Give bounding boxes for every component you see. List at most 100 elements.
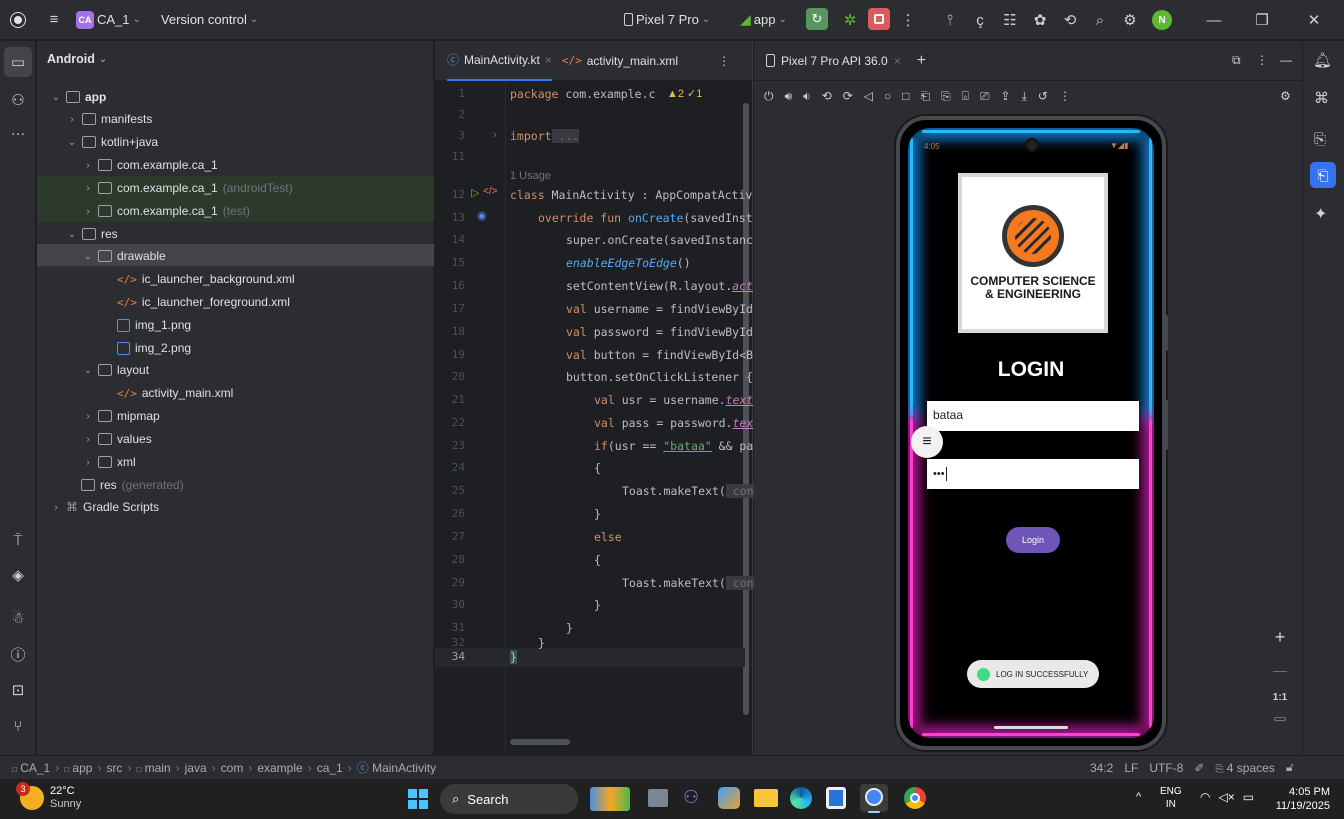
tree-item-res-generated[interactable]: res (generated) — [81, 474, 184, 496]
login-button[interactable]: Login — [1006, 527, 1060, 553]
code-line-19[interactable]: val button = findViewById<B — [566, 348, 753, 362]
profiler-icon[interactable]: ⫯ — [936, 6, 964, 34]
project-tool-icon[interactable]: ▭ — [4, 47, 32, 77]
translate-icon[interactable]: ç — [966, 6, 994, 34]
tree-item-activity-main[interactable]: </> activity_main.xml — [117, 382, 233, 404]
run-gutter-icon[interactable]: ▷ — [471, 186, 479, 199]
device-tab-label[interactable]: Pixel 7 Pro API 36.0 — [781, 54, 888, 68]
chrome-icon[interactable] — [904, 787, 926, 809]
taskbar-search[interactable]: ⌕ Search — [440, 784, 578, 814]
code-line-27[interactable]: else — [594, 530, 622, 544]
code-line-20[interactable]: button.setOnClickListener { — [566, 370, 753, 384]
rotate-right-icon[interactable]: ⟳ — [843, 89, 853, 104]
debug-icon[interactable]: ✲ — [836, 6, 864, 34]
tree-item-package-test[interactable]: › com.example.ca_1 (test) — [83, 200, 250, 222]
tree-item-ic-launcher-bg[interactable]: </> ic_launcher_background.xml — [117, 268, 295, 290]
tree-item-img2[interactable]: img_2.png — [117, 337, 191, 359]
more-vert-icon[interactable]: ⋮ — [1059, 89, 1071, 104]
device-selector[interactable]: Pixel 7 Pro ⌄ — [624, 12, 710, 27]
volume-up-icon[interactable]: 🔊︎ — [785, 89, 793, 104]
code-line-1[interactable]: package com.example.c — [510, 87, 655, 101]
volume-button[interactable] — [1164, 400, 1168, 450]
code-line-13[interactable]: override fun onCreate(savedInst — [538, 211, 753, 225]
code-line-16[interactable]: setContentView(R.layout.act — [566, 279, 753, 293]
code-line-14[interactable]: super.onCreate(savedInstanc — [566, 233, 753, 247]
vcs-selector[interactable]: Version control ⌄ — [161, 12, 258, 27]
android-studio-taskbar-tile[interactable] — [860, 784, 888, 813]
store-icon[interactable] — [826, 787, 846, 809]
breadcrumb-item[interactable]: java — [185, 761, 207, 775]
horizontal-scrollbar[interactable] — [510, 739, 570, 745]
cursor-position[interactable]: 34:2 — [1090, 761, 1113, 775]
task-view-icon[interactable] — [648, 789, 668, 807]
build-variants-icon[interactable]: ⍑ — [0, 525, 36, 555]
notifications-icon[interactable]: 🔔︎ — [1313, 51, 1332, 69]
close-tab-icon[interactable]: × — [545, 53, 552, 67]
device-frame-icon[interactable]: ⎘ — [941, 89, 951, 104]
tree-item-package-main[interactable]: › com.example.ca_1 — [83, 154, 217, 176]
clock[interactable]: 4:05 PM 11/19/2025 — [1264, 785, 1330, 813]
gesture-nav-bar[interactable] — [994, 726, 1068, 729]
minimize-icon[interactable]: — — [1200, 6, 1228, 34]
gradle-icon[interactable]: ⌘ — [1314, 89, 1329, 107]
gem-icon[interactable]: ◈ — [0, 560, 36, 590]
file-explorer-icon[interactable] — [754, 789, 778, 807]
widgets-app-icon[interactable] — [590, 787, 630, 811]
run-config-selector[interactable]: ◢ app ⌄ — [740, 11, 787, 28]
code-line-30[interactable]: } — [594, 598, 601, 612]
username-input[interactable]: bataa — [927, 401, 1139, 431]
power-icon[interactable]: ⏻ — [764, 89, 774, 104]
tree-item-layout[interactable]: ⌄ layout — [83, 359, 149, 381]
code-style-icon[interactable]: ✐ — [1194, 761, 1204, 775]
device-settings-icon[interactable]: ⚙ — [1280, 89, 1291, 103]
breadcrumb-item[interactable]: □ main — [136, 761, 170, 775]
terminal-icon[interactable]: ⊡ — [0, 675, 36, 705]
more-vert-icon[interactable]: ⋮ — [894, 6, 922, 34]
restore-icon[interactable]: ❐ — [1248, 6, 1276, 34]
tree-item-package-androidtest[interactable]: › com.example.ca_1 (androidTest) — [83, 177, 292, 199]
breadcrumb-item[interactable]: ca_1 — [317, 761, 343, 775]
screenshot-icon[interactable]: ⌻ — [962, 89, 969, 104]
tree-item-xml[interactable]: › xml — [83, 451, 135, 473]
override-gutter-icon[interactable]: ◉ — [477, 209, 487, 222]
external-window-icon[interactable]: ⧉ — [1232, 53, 1241, 68]
code-line-17[interactable]: val username = findViewById — [566, 302, 753, 316]
code-line-18[interactable]: val password = findViewById — [566, 325, 753, 339]
line-separator[interactable]: LF — [1124, 761, 1138, 775]
project-view-selector[interactable]: Android ⌄ — [47, 52, 107, 66]
code-line-26[interactable]: } — [594, 507, 601, 521]
file-encoding[interactable]: UTF-8 — [1149, 761, 1183, 775]
teams-icon[interactable]: ⚇ — [683, 787, 699, 808]
tree-item-kotlin-java[interactable]: ⌄ kotlin+java — [67, 131, 158, 153]
show-hidden-icons-icon[interactable]: ^ — [1136, 791, 1141, 803]
breadcrumb-item[interactable]: src — [106, 761, 122, 775]
tab-activity-main[interactable]: </> activity_main.xml — [562, 41, 678, 81]
phone-screen[interactable]: 4:05 ▼◢▮ COMPUTER SCIENCE & ENGINEERING … — [908, 128, 1154, 738]
floating-menu-icon[interactable]: ≡ — [911, 426, 943, 458]
tab-options-icon[interactable]: ⋮ — [718, 54, 730, 68]
device-manager-icon[interactable]: ✿ — [1026, 6, 1054, 34]
back-icon[interactable]: ◁ — [864, 89, 873, 104]
tree-item-drawable[interactable]: ⌄ drawable — [83, 245, 166, 267]
tree-item-ic-launcher-fg[interactable]: </> ic_launcher_foreground.xml — [117, 291, 290, 313]
close-icon[interactable]: ✕ — [1300, 6, 1328, 34]
code-line-12[interactable]: class MainActivity : AppCompatActiv — [510, 188, 752, 202]
folded-imports[interactable]: ... — [551, 129, 580, 143]
git-icon[interactable]: ⑂ — [0, 711, 36, 741]
tree-item-app[interactable]: ⌄ app — [51, 86, 107, 108]
gradle-sync-icon[interactable]: ⟲ — [1056, 6, 1084, 34]
breadcrumb-item[interactable]: □ CA_1 — [12, 761, 50, 775]
overview-icon[interactable]: □ — [902, 89, 909, 104]
code-line-22[interactable]: val pass = password.tex — [594, 416, 753, 430]
zoom-in-icon[interactable]: + — [1275, 627, 1286, 648]
tab-mainactivity[interactable]: ⓒ MainActivity.kt × — [447, 41, 552, 81]
weather-widget[interactable]: 3 22°C Sunny — [16, 782, 81, 811]
indent-setting[interactable]: ⎘ 4 spaces — [1215, 761, 1274, 775]
screen-record-icon[interactable]: ⎚ — [980, 89, 990, 104]
fold-icon[interactable]: ⎗ — [920, 89, 930, 104]
problems-icon[interactable]: ⓘ — [0, 639, 36, 669]
search-icon[interactable]: ⌕ — [1086, 6, 1114, 34]
upload-icon[interactable]: ⇪ — [1001, 89, 1011, 104]
code-line-34[interactable]: } — [510, 650, 517, 664]
settings-icon[interactable]: ⚙ — [1116, 6, 1144, 34]
